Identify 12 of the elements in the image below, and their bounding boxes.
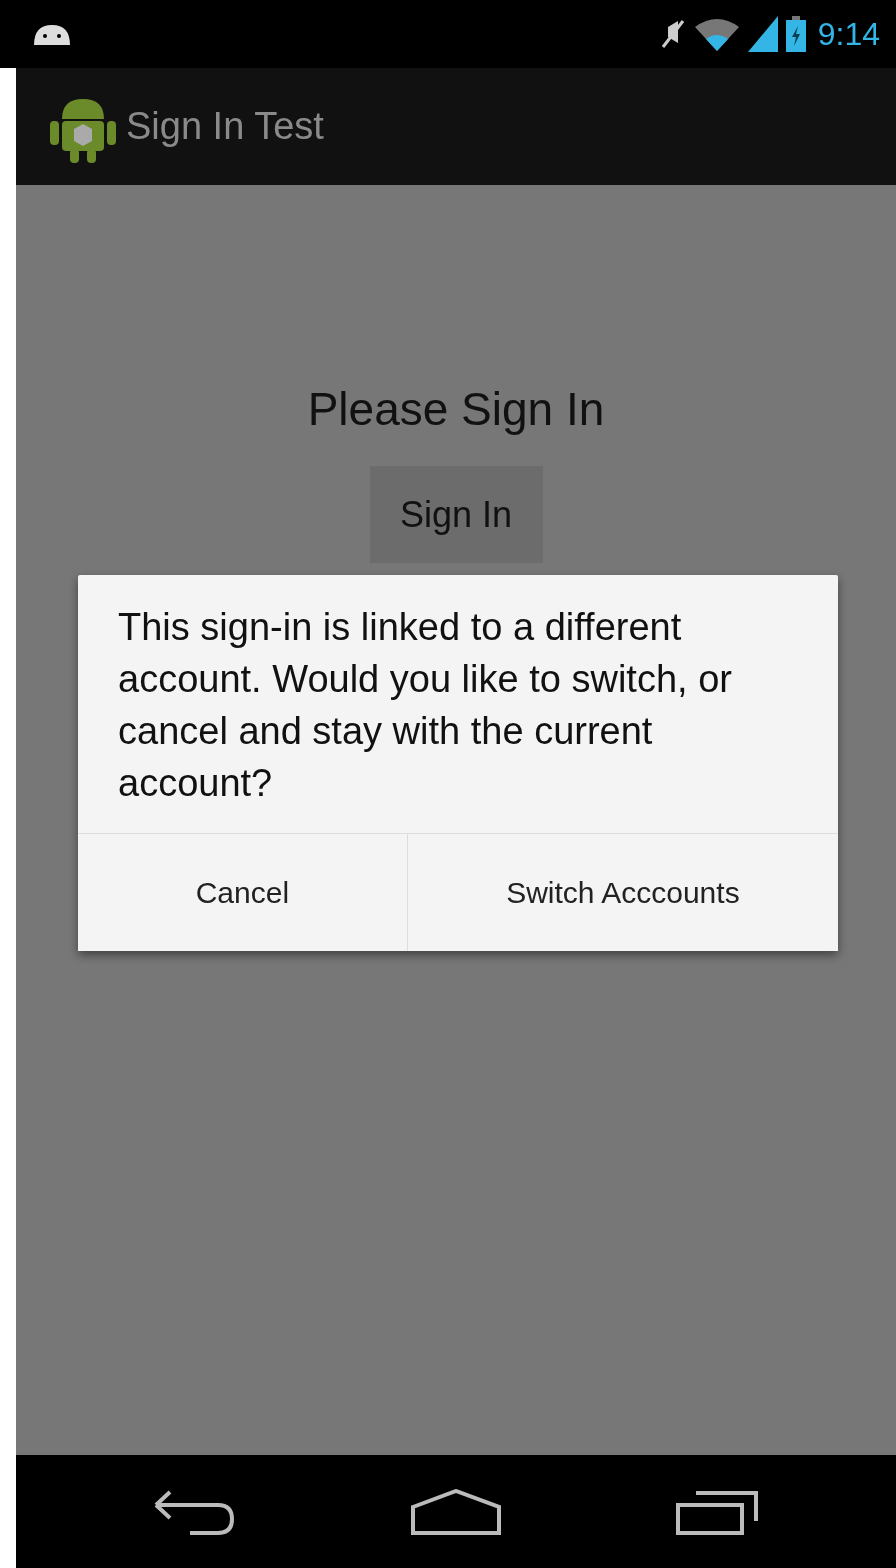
status-time: 9:14 <box>817 15 880 54</box>
cancel-button[interactable]: Cancel <box>78 834 407 951</box>
sign-in-button[interactable]: Sign In <box>369 466 543 563</box>
wifi-icon <box>693 17 740 51</box>
dialog-message: This sign-in is linked to a different account. Would you like to switch, or cancel and stay with the current account? <box>117 605 733 806</box>
battery-icon <box>785 16 806 52</box>
heading: Please Sign In <box>307 382 605 437</box>
app-title: Sign In Test <box>126 104 324 149</box>
signal-icon <box>747 16 778 52</box>
home-icon[interactable] <box>411 1488 501 1535</box>
recent-apps-icon[interactable] <box>676 1488 761 1535</box>
confirm-button[interactable]: Switch Acccounts <box>406 834 838 951</box>
